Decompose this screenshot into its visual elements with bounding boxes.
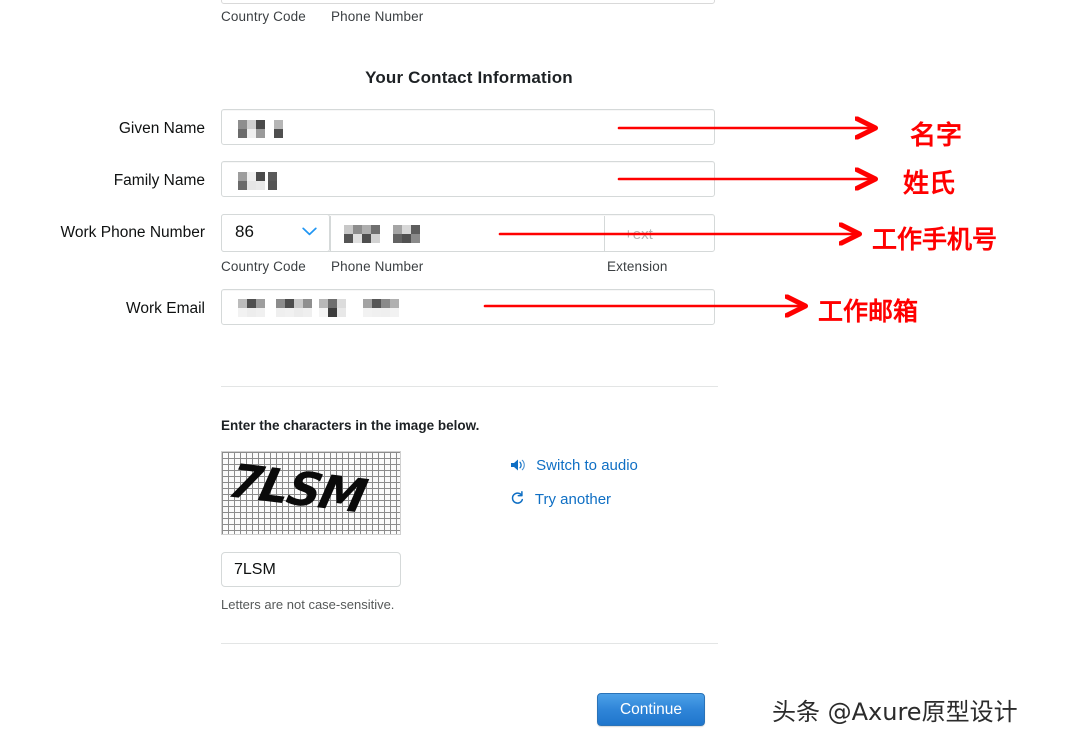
annotation-label-work-email: 工作邮箱 [818,297,919,326]
annotation-label-given-name: 名字 [910,121,963,151]
annotation-arrows-layer [483,0,1070,746]
annotation-label-work-phone: 工作手机号 [872,225,998,254]
annotation-label-family-name: 姓氏 [903,169,956,199]
